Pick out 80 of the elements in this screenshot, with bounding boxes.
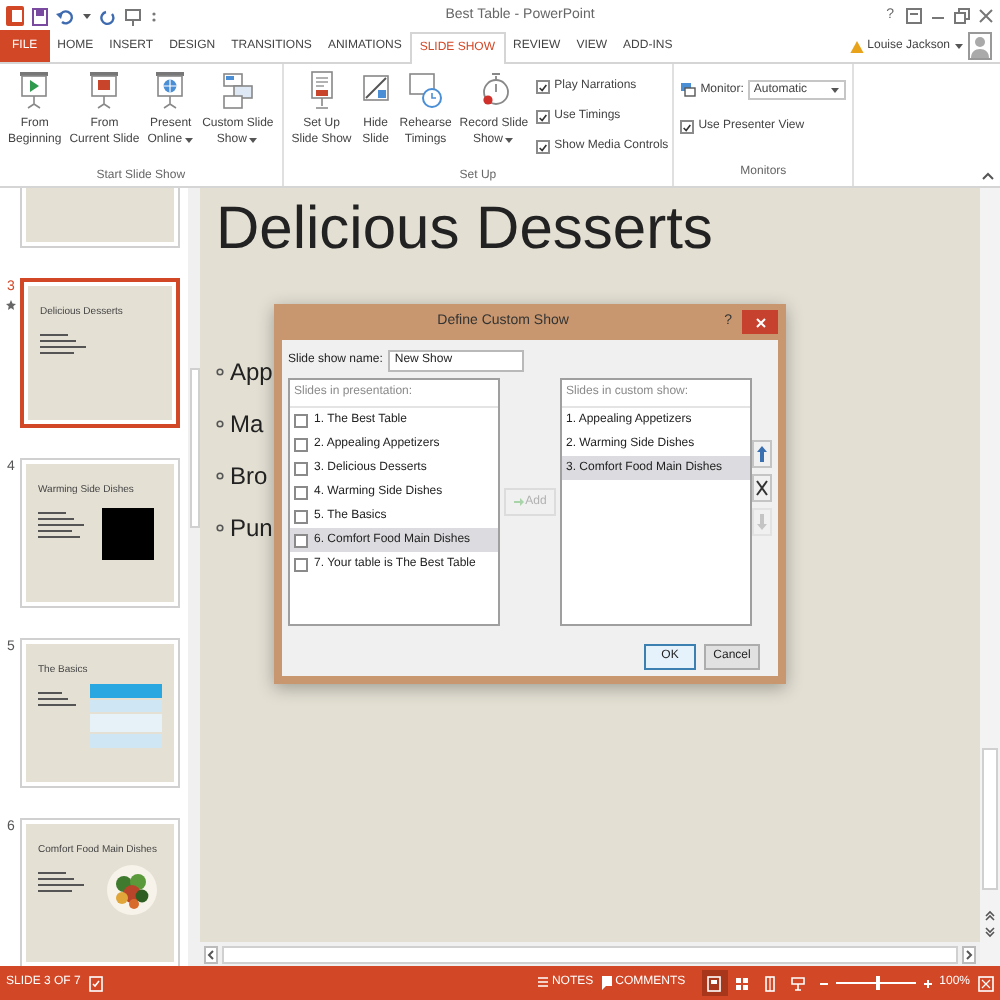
caret-icon xyxy=(954,42,964,50)
zoom-in-icon[interactable] xyxy=(923,979,932,987)
checkbox[interactable] xyxy=(294,437,308,451)
scrollbar[interactable] xyxy=(980,188,1000,966)
checkbox[interactable] xyxy=(294,461,308,475)
warning-icon xyxy=(849,39,864,53)
undo-icon[interactable] xyxy=(56,7,74,25)
checkbox[interactable] xyxy=(680,120,695,134)
bullet-text: App xyxy=(230,356,273,390)
zoom-slider[interactable] xyxy=(835,975,916,991)
monitor-icon xyxy=(680,82,697,98)
stopwatch-icon xyxy=(407,70,444,110)
scroll-left-icon[interactable] xyxy=(204,945,218,963)
bullet-icon xyxy=(216,524,224,532)
view-icon xyxy=(706,975,723,991)
close-button[interactable] xyxy=(742,310,778,334)
scrollbar-thumb[interactable] xyxy=(189,368,199,528)
scrollbar-thumb[interactable] xyxy=(222,945,958,963)
presentation-icon[interactable] xyxy=(124,7,142,25)
remove-icon xyxy=(754,478,770,498)
checkbox[interactable] xyxy=(294,485,308,499)
avatar-icon[interactable] xyxy=(968,32,992,60)
checkbox[interactable] xyxy=(294,413,308,427)
checkbox[interactable] xyxy=(294,509,308,523)
caret-icon xyxy=(82,12,92,20)
bullet-text: Ma xyxy=(230,408,264,442)
checkbox[interactable] xyxy=(294,557,308,571)
scrollbar-thumb[interactable] xyxy=(982,748,998,890)
proofing-icon[interactable] xyxy=(88,975,105,991)
app-logo-icon xyxy=(6,6,24,26)
ribbon-display-icon[interactable] xyxy=(906,8,922,24)
table-drawing xyxy=(89,683,162,747)
slide-title: Delicious Desserts xyxy=(216,194,715,266)
save-icon[interactable] xyxy=(32,7,48,25)
arrow-icon xyxy=(754,444,770,464)
collapse-ribbon-icon[interactable] xyxy=(982,172,994,180)
view-icon xyxy=(762,975,779,991)
caret-icon xyxy=(248,136,259,144)
text-lines-drawing xyxy=(38,871,86,891)
close-icon[interactable] xyxy=(978,8,994,24)
checkbox[interactable] xyxy=(294,533,308,547)
bullet-icon xyxy=(216,472,224,480)
checkbox[interactable] xyxy=(536,110,551,124)
arrow-icon xyxy=(513,498,524,506)
bullet-icon xyxy=(216,368,224,376)
close-icon xyxy=(755,317,765,327)
image-placeholder xyxy=(102,507,154,559)
scrollbar[interactable] xyxy=(188,188,200,966)
text-lines-drawing xyxy=(40,333,88,353)
bullet-text: Bro xyxy=(230,460,268,494)
caret-icon xyxy=(504,136,515,144)
caret-icon xyxy=(830,86,841,94)
move-button[interactable] xyxy=(752,474,772,502)
fit-slide-icon[interactable] xyxy=(978,975,994,991)
notes-icon xyxy=(537,976,548,990)
text-lines-drawing xyxy=(38,511,86,537)
projector-screen-icon xyxy=(152,70,189,110)
zoom-out-icon[interactable] xyxy=(819,979,828,987)
scrollbar[interactable] xyxy=(200,942,980,966)
redo-icon[interactable] xyxy=(100,7,116,25)
checkbox[interactable] xyxy=(536,80,551,94)
previous-slide-icon[interactable] xyxy=(984,910,996,922)
customize-icon[interactable] xyxy=(150,7,158,25)
caret-icon xyxy=(184,136,195,144)
checkbox[interactable] xyxy=(536,140,551,154)
slides-icon xyxy=(219,70,256,110)
view-icon xyxy=(790,975,807,991)
comment-icon xyxy=(601,976,612,990)
text-lines-drawing xyxy=(38,691,78,705)
arrow-icon xyxy=(754,512,770,532)
projector-screen-icon xyxy=(86,70,123,110)
restore-icon[interactable] xyxy=(954,8,970,24)
projector-screen-icon xyxy=(16,70,53,110)
zoom-slider-thumb[interactable] xyxy=(875,976,880,990)
bullet-text: Pun xyxy=(230,512,273,546)
bullet-icon xyxy=(216,420,224,428)
next-slide-icon[interactable] xyxy=(984,926,996,938)
view-button[interactable] xyxy=(701,970,728,996)
view-icon xyxy=(734,975,751,991)
scroll-right-icon[interactable] xyxy=(962,945,976,963)
